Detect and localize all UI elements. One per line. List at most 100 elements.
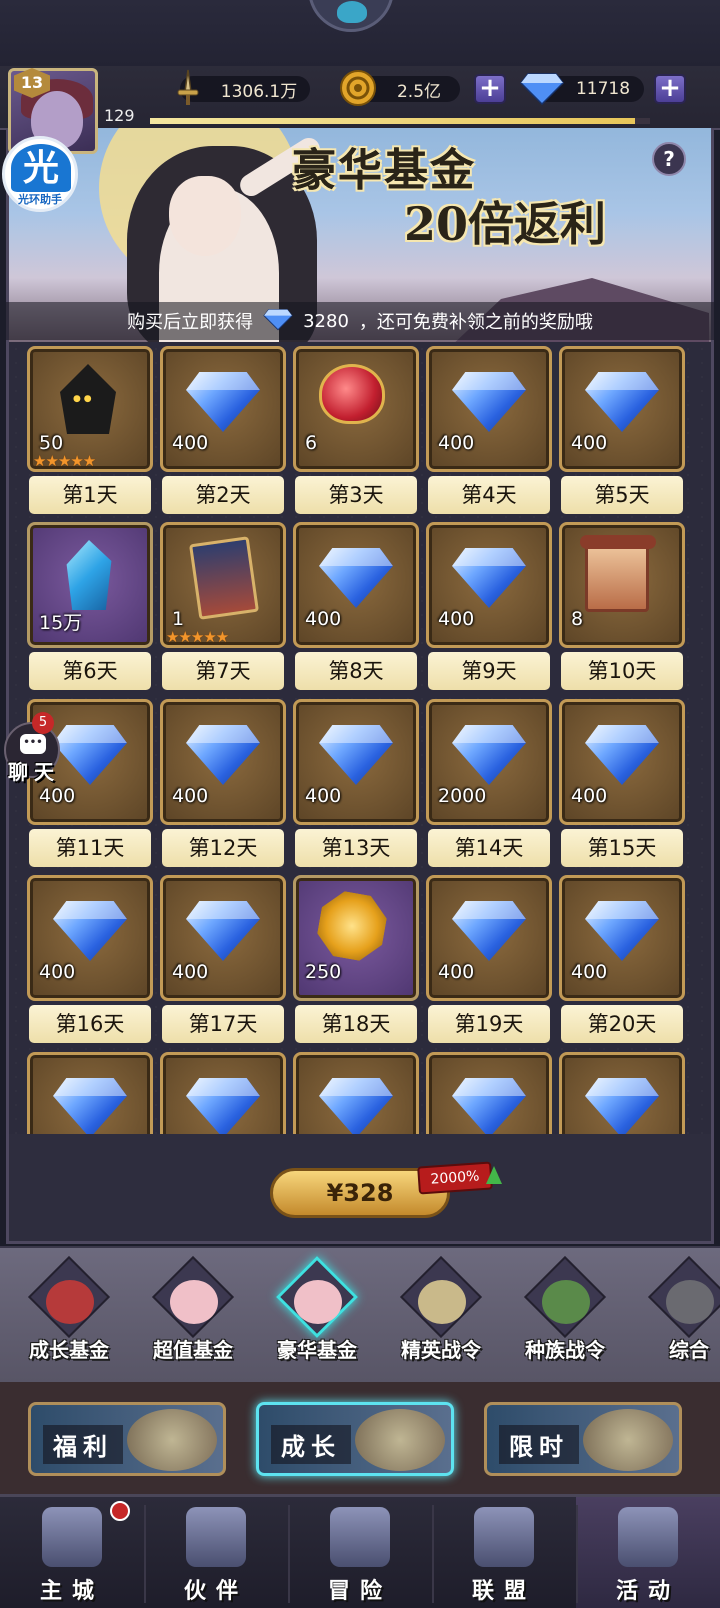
nav-label: 主城: [39, 1579, 104, 1604]
reward-cell[interactable]: 250 第18天: [293, 875, 419, 1045]
reward-day-label: 第2天: [162, 476, 284, 514]
reward-quantity: 400: [305, 608, 342, 630]
category-banner[interactable]: 限时: [484, 1402, 682, 1476]
reward-cell[interactable]: 400 第2天: [160, 346, 286, 516]
reward-cell[interactable]: [27, 1052, 153, 1134]
scroll-badge-icon: [418, 1280, 466, 1324]
fund-tab-label: 精英战令: [401, 1338, 481, 1362]
nav-item[interactable]: 主城: [0, 1497, 144, 1608]
add-gold-button[interactable]: +: [474, 74, 506, 104]
fund-tab-bar: 成长基金 超值基金 豪华基金 精英战令 种族战令 综合: [0, 1246, 720, 1382]
reward-cell[interactable]: 400 第19天: [426, 875, 552, 1045]
reward-cell[interactable]: 400 第9天: [426, 522, 552, 692]
exp-value: 129: [104, 106, 135, 125]
reward-cell[interactable]: 400 第8天: [293, 522, 419, 692]
reward-quantity: 400: [172, 432, 209, 454]
diamond-icon: [319, 1070, 393, 1134]
reward-cell[interactable]: 8 第10天: [559, 522, 685, 692]
category-banner[interactable]: 福利: [28, 1402, 226, 1476]
diamond-icon: [186, 364, 260, 438]
reward-cell[interactable]: 400 第20天: [559, 875, 685, 1045]
add-diamond-button[interactable]: +: [654, 74, 686, 104]
category-label: 成长: [271, 1425, 351, 1464]
character-face: [169, 176, 241, 256]
diamond-icon: [452, 364, 526, 438]
helper-app-button[interactable]: 光 光环助手: [2, 136, 78, 212]
scroll-icon: [580, 535, 659, 614]
reward-cell[interactable]: 400 第5天: [559, 346, 685, 516]
reward-quantity: 250: [305, 961, 342, 983]
category-banner[interactable]: 成长: [256, 1402, 454, 1476]
reward-quantity: 2000: [438, 785, 487, 807]
reward-cell[interactable]: 400 第13天: [293, 699, 419, 869]
reward-quantity: 400: [438, 432, 475, 454]
reward-cell[interactable]: [559, 1052, 685, 1134]
reward-cell[interactable]: 400 第17天: [160, 875, 286, 1045]
note-diamond-icon: [263, 307, 293, 336]
category-art: [127, 1409, 217, 1471]
fund-tab-label: 综合: [669, 1338, 709, 1362]
nav-separator: [576, 1505, 578, 1603]
reward-cell[interactable]: 15万 第6天: [27, 522, 153, 692]
gold-coin-icon: [336, 66, 380, 110]
diamond-icon: [319, 717, 393, 791]
hero-card-icon: [186, 536, 260, 620]
reward-cell[interactable]: 50★★★★★ 第1天: [27, 346, 153, 516]
reward-quantity: 400: [172, 785, 209, 807]
reward-cell[interactable]: [426, 1052, 552, 1134]
nav-label: 活动: [615, 1579, 680, 1604]
reward-quantity: 400: [571, 432, 608, 454]
help-button[interactable]: ?: [652, 142, 686, 176]
fund-tab-label: 豪华基金: [277, 1338, 357, 1362]
reward-cell[interactable]: [160, 1052, 286, 1134]
diamond-icon: [186, 1070, 260, 1134]
fund-tab[interactable]: 精英战令: [378, 1255, 504, 1370]
helper-label: 光环助手: [18, 193, 62, 206]
cards-icon: [618, 1507, 678, 1567]
fund-tab-label: 种族战令: [525, 1338, 605, 1362]
reward-cell[interactable]: 6 第3天: [293, 346, 419, 516]
fund-tab[interactable]: 综合: [626, 1255, 720, 1370]
exp-fill: [150, 118, 635, 124]
reward-day-label: 第15天: [561, 829, 683, 867]
diamond-icon: [53, 1070, 127, 1134]
reward-cell[interactable]: 1 ★★★★★ 第7天: [160, 522, 286, 692]
nav-item[interactable]: 冒险: [288, 1497, 432, 1608]
reward-day-label: 第13天: [295, 829, 417, 867]
castle-icon: [42, 1507, 102, 1567]
reward-day-label: 第12天: [162, 829, 284, 867]
reward-cell[interactable]: 400 第16天: [27, 875, 153, 1045]
nav-item[interactable]: 伙伴: [144, 1497, 288, 1608]
helper-icon: 光: [11, 144, 71, 192]
power-resource: 1306.1万: [177, 69, 310, 105]
diamond-icon: [452, 1070, 526, 1134]
reward-quantity: 400: [571, 785, 608, 807]
fund-tab[interactable]: 超值基金: [130, 1255, 256, 1370]
diamond-icon: [319, 540, 393, 614]
ruby-heart-icon: [319, 364, 393, 438]
diamond-icon: [452, 540, 526, 614]
reward-stars: ★★★★★: [166, 628, 229, 646]
reward-cell[interactable]: 400 第12天: [160, 699, 286, 869]
nav-item[interactable]: 活动: [576, 1497, 720, 1608]
nav-item[interactable]: 联盟: [432, 1497, 576, 1608]
nav-separator: [432, 1505, 434, 1603]
fund-tab[interactable]: 豪华基金: [254, 1255, 380, 1370]
diamond-icon: [452, 893, 526, 967]
diamond-icon: [186, 893, 260, 967]
reward-cell[interactable]: 400 第15天: [559, 699, 685, 869]
category-bar: 福利 成长 限时: [0, 1382, 720, 1494]
reward-quantity: 1: [172, 608, 185, 630]
reward-cell[interactable]: [293, 1052, 419, 1134]
reward-cell[interactable]: 2000 第14天: [426, 699, 552, 869]
reward-cell[interactable]: 400 第4天: [426, 346, 552, 516]
diamond-icon: [452, 717, 526, 791]
fund-tab-label: 成长基金: [29, 1338, 109, 1362]
chat-button[interactable]: ••• 5 聊天: [4, 712, 64, 792]
reward-quantity: 8: [571, 608, 584, 630]
chat-unread-badge: 5: [32, 712, 54, 734]
diamond-icon: [585, 893, 659, 967]
fund-tab[interactable]: 种族战令: [502, 1255, 628, 1370]
reward-day-label: 第19天: [428, 1005, 550, 1043]
fund-tab[interactable]: 成长基金: [6, 1255, 132, 1370]
